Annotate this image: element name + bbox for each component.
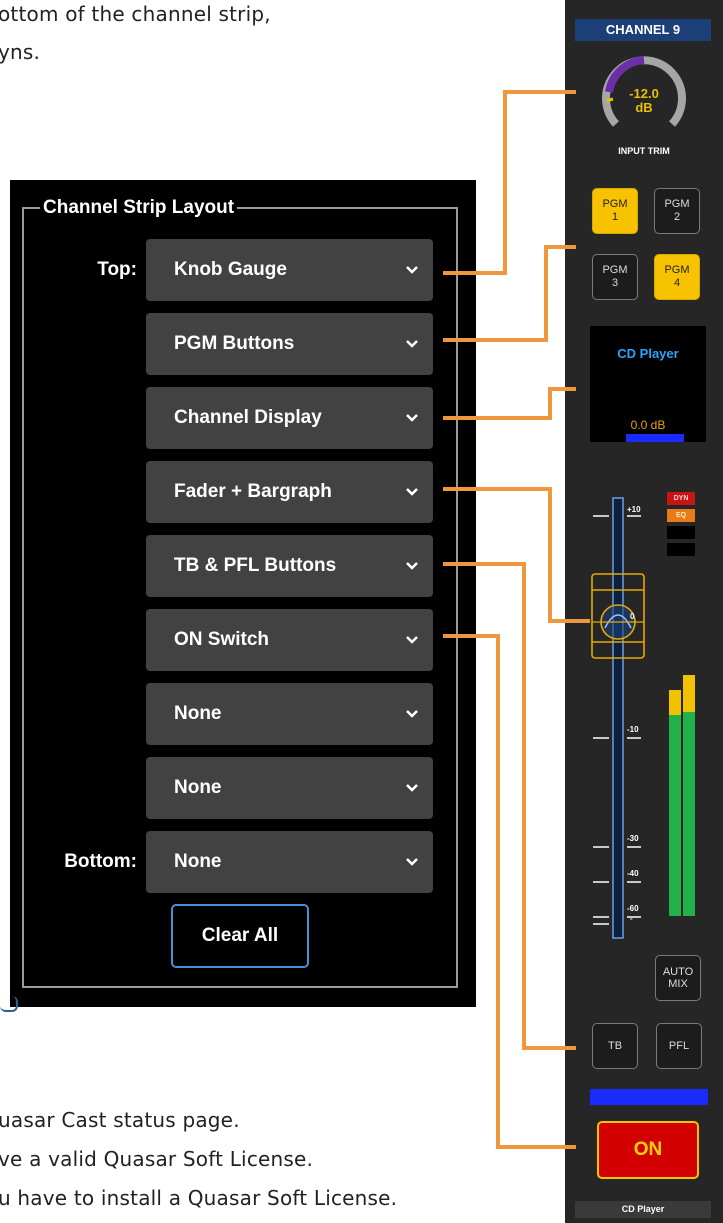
connector-pgm: [443, 245, 576, 342]
connector-display: [443, 387, 576, 420]
connector-on: [443, 634, 576, 1149]
connector-fader: [443, 487, 590, 623]
connector-lines: [443, 90, 590, 1149]
